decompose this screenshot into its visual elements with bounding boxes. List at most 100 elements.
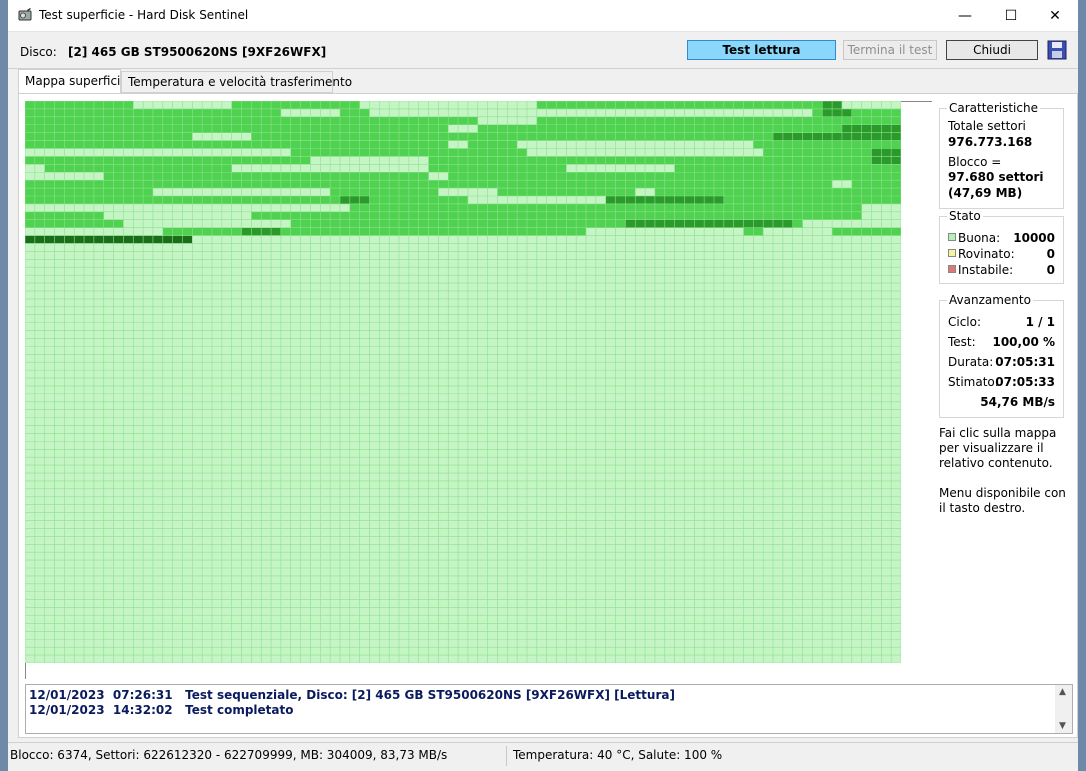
map-block-run [782, 172, 813, 181]
map-block-run [438, 140, 449, 149]
map-block-run [369, 116, 478, 125]
map-block-run [339, 108, 370, 117]
map-block-run [330, 188, 439, 196]
speed-value: 54,76 MB/s [980, 395, 1055, 409]
tab-surface-map[interactable]: Mappa superficie [18, 69, 128, 93]
map-block-run [64, 235, 193, 244]
title-bar: Test superficie - Hard Disk Sentinel — ☐… [8, 0, 1078, 31]
state-good-row: Buona: 10000 [948, 231, 1055, 245]
map-block-run [792, 219, 803, 228]
log-text: Test completato [185, 703, 294, 717]
total-sectors-label: Totale settori [948, 119, 1026, 133]
map-block-run [773, 132, 901, 141]
log-text: Test sequenziale, Disco: [2] 465 GB ST95… [185, 688, 675, 702]
map-block-run [467, 140, 518, 149]
map-block-run [871, 156, 901, 165]
map-block-run [448, 203, 577, 212]
map-block-run [44, 164, 114, 173]
map-block-run [595, 219, 626, 228]
disk-value: [2] 465 GB ST9500620NS [9XF26WFX] [68, 45, 327, 59]
save-icon[interactable] [1047, 40, 1067, 60]
test-read-button[interactable]: Test lettura [687, 40, 836, 60]
status-temperature-health: Temperatura: 40 °C, Salute: 100 % [513, 748, 723, 762]
map-block-run [802, 140, 892, 149]
close-button[interactable]: Chiudi [946, 40, 1038, 60]
toolbar: Disco: [2] 465 GB ST9500620NS [9XF26WFX]… [8, 31, 1078, 69]
test-value: 100,00 % [992, 335, 1055, 349]
log-box: 12/01/2023 07:26:31 Test sequenziale, Di… [25, 684, 1073, 734]
map-block-run [241, 172, 409, 181]
map-block-run [664, 132, 774, 141]
map-block-run [851, 108, 901, 117]
map-block-run [753, 140, 803, 149]
maximize-button[interactable]: ☐ [988, 0, 1034, 31]
surface-map[interactable] [25, 101, 901, 663]
state-unstable-label: Instabile: [958, 263, 1014, 277]
map-block-run [458, 132, 508, 141]
map-block-run [792, 211, 803, 220]
map-block-run [526, 180, 655, 189]
map-block-run [802, 180, 833, 189]
damaged-color-swatch [948, 249, 956, 257]
map-block-run [25, 101, 134, 109]
state-unstable-row: Instabile: 0 [948, 263, 1055, 277]
state-good-value: 10000 [1013, 231, 1055, 245]
tab-temperature-speed[interactable]: Temperatura e velocità trasferimento [121, 71, 352, 93]
map-block-run [832, 227, 901, 236]
characteristics-group: Caratteristiche Totale settori 976.773.1… [939, 101, 1064, 209]
map-block-run [221, 124, 311, 133]
map-block-run [871, 148, 901, 157]
log-time: 14:32:02 [112, 703, 173, 717]
minimize-button[interactable]: — [942, 0, 988, 31]
scroll-down-icon[interactable]: ▼ [1059, 721, 1066, 731]
map-block-run [802, 148, 872, 157]
map-block-run [25, 116, 173, 125]
map-block-run [851, 180, 901, 189]
map-block-run [792, 188, 823, 196]
map-block-run [25, 156, 173, 165]
duration-label: Durata: [948, 355, 994, 369]
map-block-run [280, 227, 409, 236]
log-entry: 12/01/2023 07:26:31 Test sequenziale, Di… [29, 688, 675, 702]
stop-test-button[interactable]: Termina il test [843, 40, 937, 60]
cycle-label: Ciclo: [948, 315, 982, 329]
map-block-run [753, 124, 842, 133]
map-block-run [339, 195, 370, 204]
map-block-run [723, 156, 872, 165]
map-block-run [536, 116, 646, 125]
map-block-run [428, 156, 596, 165]
status-divider [506, 746, 507, 766]
map-block-run [389, 132, 459, 141]
log-scrollbar[interactable]: ▲ ▼ [1055, 685, 1072, 733]
map-block-run [477, 180, 527, 189]
map-block-run [25, 124, 134, 133]
state-title: Stato [947, 209, 983, 223]
duration-value: 07:05:31 [995, 355, 1055, 369]
speed-row: 54,76 MB/s [948, 395, 1055, 409]
map-block-run [418, 211, 567, 220]
map-block-run [595, 156, 724, 165]
cycle-row: Ciclo: 1 / 1 [948, 315, 1055, 329]
map-block-run [654, 180, 783, 189]
map-block-run [674, 164, 783, 173]
map-block-run [251, 211, 419, 220]
click-hint: Fai clic sulla mappa per visualizzare il… [939, 426, 1057, 470]
state-damaged-value: 0 [1046, 247, 1055, 261]
scroll-up-icon[interactable]: ▲ [1059, 687, 1066, 697]
window-title: Test superficie - Hard Disk Sentinel [39, 8, 249, 22]
close-window-button[interactable]: ✕ [1032, 0, 1078, 31]
block-label: Blocco = [948, 155, 1002, 169]
unstable-color-swatch [948, 265, 956, 273]
map-block-run [851, 116, 901, 125]
map-block-run [586, 124, 754, 133]
map-block-run [664, 211, 774, 220]
app-window: Test superficie - Hard Disk Sentinel — ☐… [8, 0, 1078, 771]
map-block-run [753, 101, 823, 109]
map-block-run [25, 132, 75, 141]
menu-hint: Menu disponibile con il tasto destro. [939, 486, 1066, 515]
map-block-run [576, 203, 685, 212]
state-damaged-label: Rovinato: [958, 247, 1015, 261]
status-bar: Blocco: 6374, Settori: 622612320 - 62270… [8, 742, 1078, 771]
map-block-run [25, 211, 35, 220]
log-date: 12/01/2023 [29, 688, 105, 702]
